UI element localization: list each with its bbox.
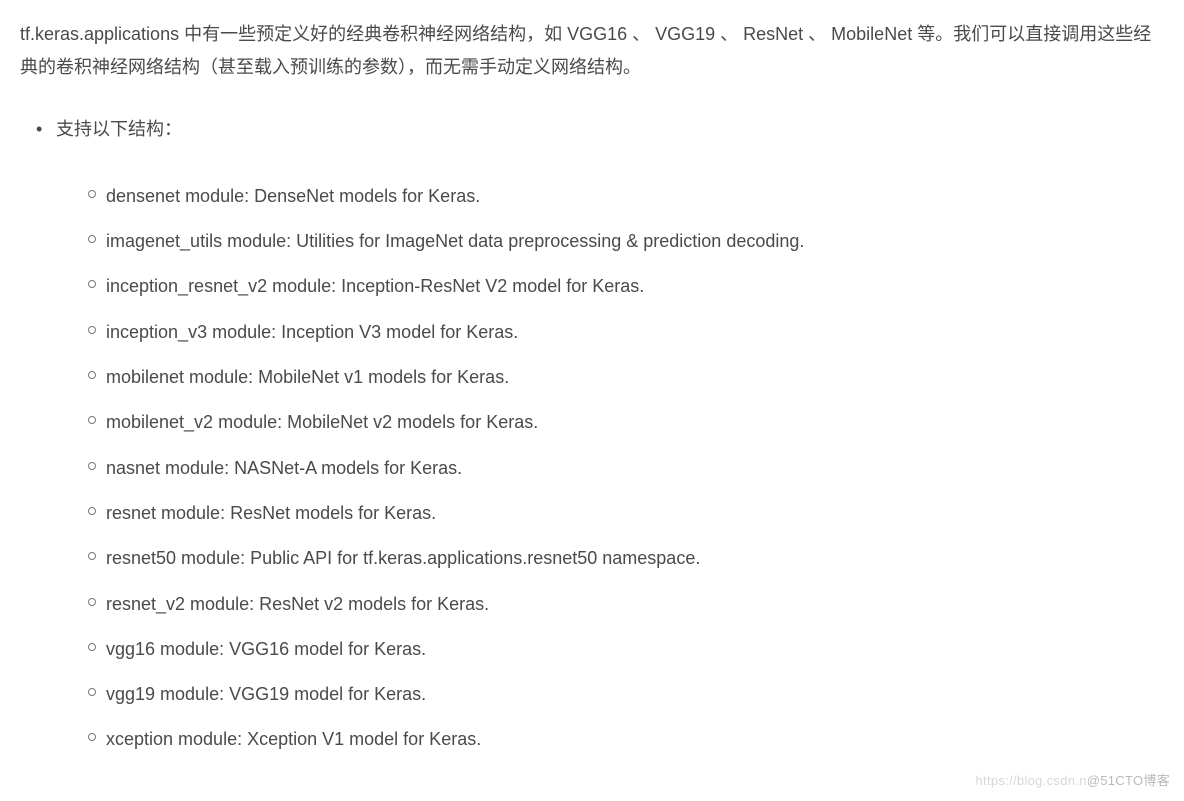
- list-item: inception_resnet_v2 module: Inception-Re…: [106, 264, 1164, 309]
- list-item: mobilenet module: MobileNet v1 models fo…: [106, 355, 1164, 400]
- module-list: densenet module: DenseNet models for Ker…: [56, 174, 1164, 763]
- list-item: resnet50 module: Public API for tf.keras…: [106, 536, 1164, 581]
- list-item: imagenet_utils module: Utilities for Ima…: [106, 219, 1164, 264]
- level1-label: 支持以下结构：: [56, 119, 182, 139]
- list-item: mobilenet_v2 module: MobileNet v2 models…: [106, 400, 1164, 445]
- watermark-suffix: @51CTO博客: [1087, 773, 1170, 788]
- list-item: inception_v3 module: Inception V3 model …: [106, 310, 1164, 355]
- intro-paragraph: tf.keras.applications 中有一些预定义好的经典卷积神经网络结…: [20, 18, 1164, 85]
- list-item: resnet module: ResNet models for Keras.: [106, 491, 1164, 536]
- level1-item: 支持以下结构： densenet module: DenseNet models…: [56, 113, 1164, 763]
- list-item: densenet module: DenseNet models for Ker…: [106, 174, 1164, 219]
- list-item: xception module: Xception V1 model for K…: [106, 717, 1164, 762]
- level1-list: 支持以下结构： densenet module: DenseNet models…: [20, 113, 1164, 763]
- watermark-prefix: https://blog.csdn.n: [976, 773, 1087, 788]
- list-item: resnet_v2 module: ResNet v2 models for K…: [106, 582, 1164, 627]
- list-item: vgg19 module: VGG19 model for Keras.: [106, 672, 1164, 717]
- list-item: nasnet module: NASNet-A models for Keras…: [106, 446, 1164, 491]
- list-item: vgg16 module: VGG16 model for Keras.: [106, 627, 1164, 672]
- watermark: https://blog.csdn.n@51CTO博客: [976, 769, 1170, 793]
